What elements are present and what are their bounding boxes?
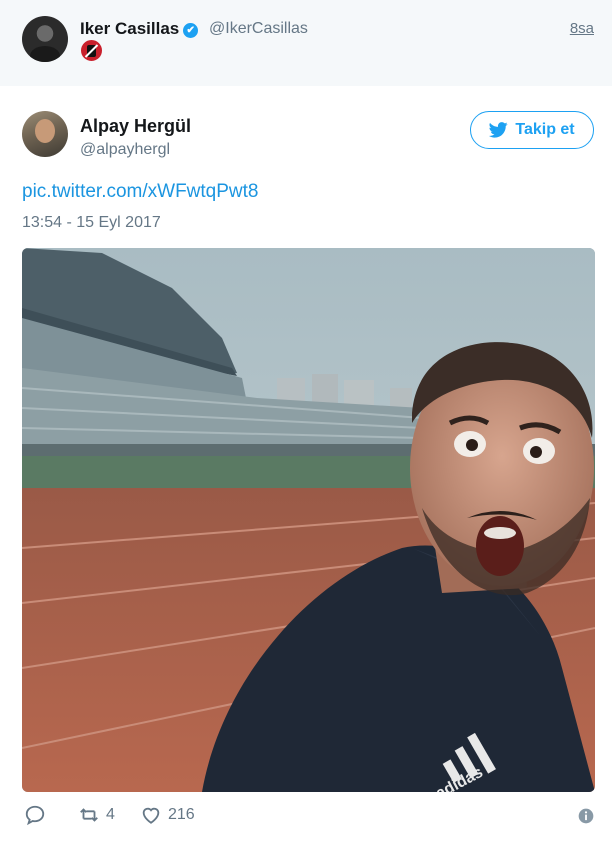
stadium-selfie-image: adidas [22, 248, 595, 792]
heart-icon [142, 807, 160, 824]
like-count: 216 [168, 806, 195, 823]
tweet-time-text: 8sa [569, 20, 594, 37]
author-handle[interactable]: @alpayhergl [80, 141, 170, 159]
retweet-count: 4 [106, 806, 115, 823]
twitter-bird-icon [489, 122, 509, 138]
tweet-timestamp[interactable]: 13:54 - 15 Eyl 2017 [22, 214, 161, 232]
avatar[interactable] [22, 111, 68, 157]
reply-icon [25, 805, 45, 826]
no-mobile-phones-icon [81, 40, 102, 61]
outer-tweet: Iker Casillas ✔ @IkerCasillas 8sa [0, 0, 612, 87]
retweet-icon [80, 808, 98, 822]
tweet-actions: 4 216 [0, 801, 612, 831]
info-button[interactable] [575, 805, 597, 827]
avatar[interactable] [22, 16, 68, 62]
author-name[interactable]: Alpay Hergül [80, 116, 191, 137]
info-icon [578, 808, 594, 824]
retweet-button[interactable]: 4 [78, 804, 115, 826]
tweet-media-image[interactable]: adidas [22, 248, 595, 792]
follow-button-label: Takip et [515, 121, 575, 138]
author-name-text: Iker Casillas [80, 19, 180, 38]
reply-button[interactable] [24, 804, 46, 826]
tweet-time[interactable]: 8sa [570, 20, 594, 37]
media-link[interactable]: pic.twitter.com/xWFwtqPwt8 [22, 181, 259, 203]
like-button[interactable]: 216 [140, 804, 195, 826]
verified-badge-icon: ✔ [183, 23, 199, 38]
author-handle[interactable]: @IkerCasillas [209, 20, 308, 38]
embedded-tweet: Alpay Hergül @alpayhergl Takip et pic.tw… [0, 86, 612, 842]
author-name[interactable]: Iker Casillas ✔ [80, 19, 199, 39]
follow-button[interactable]: Takip et [470, 111, 594, 149]
